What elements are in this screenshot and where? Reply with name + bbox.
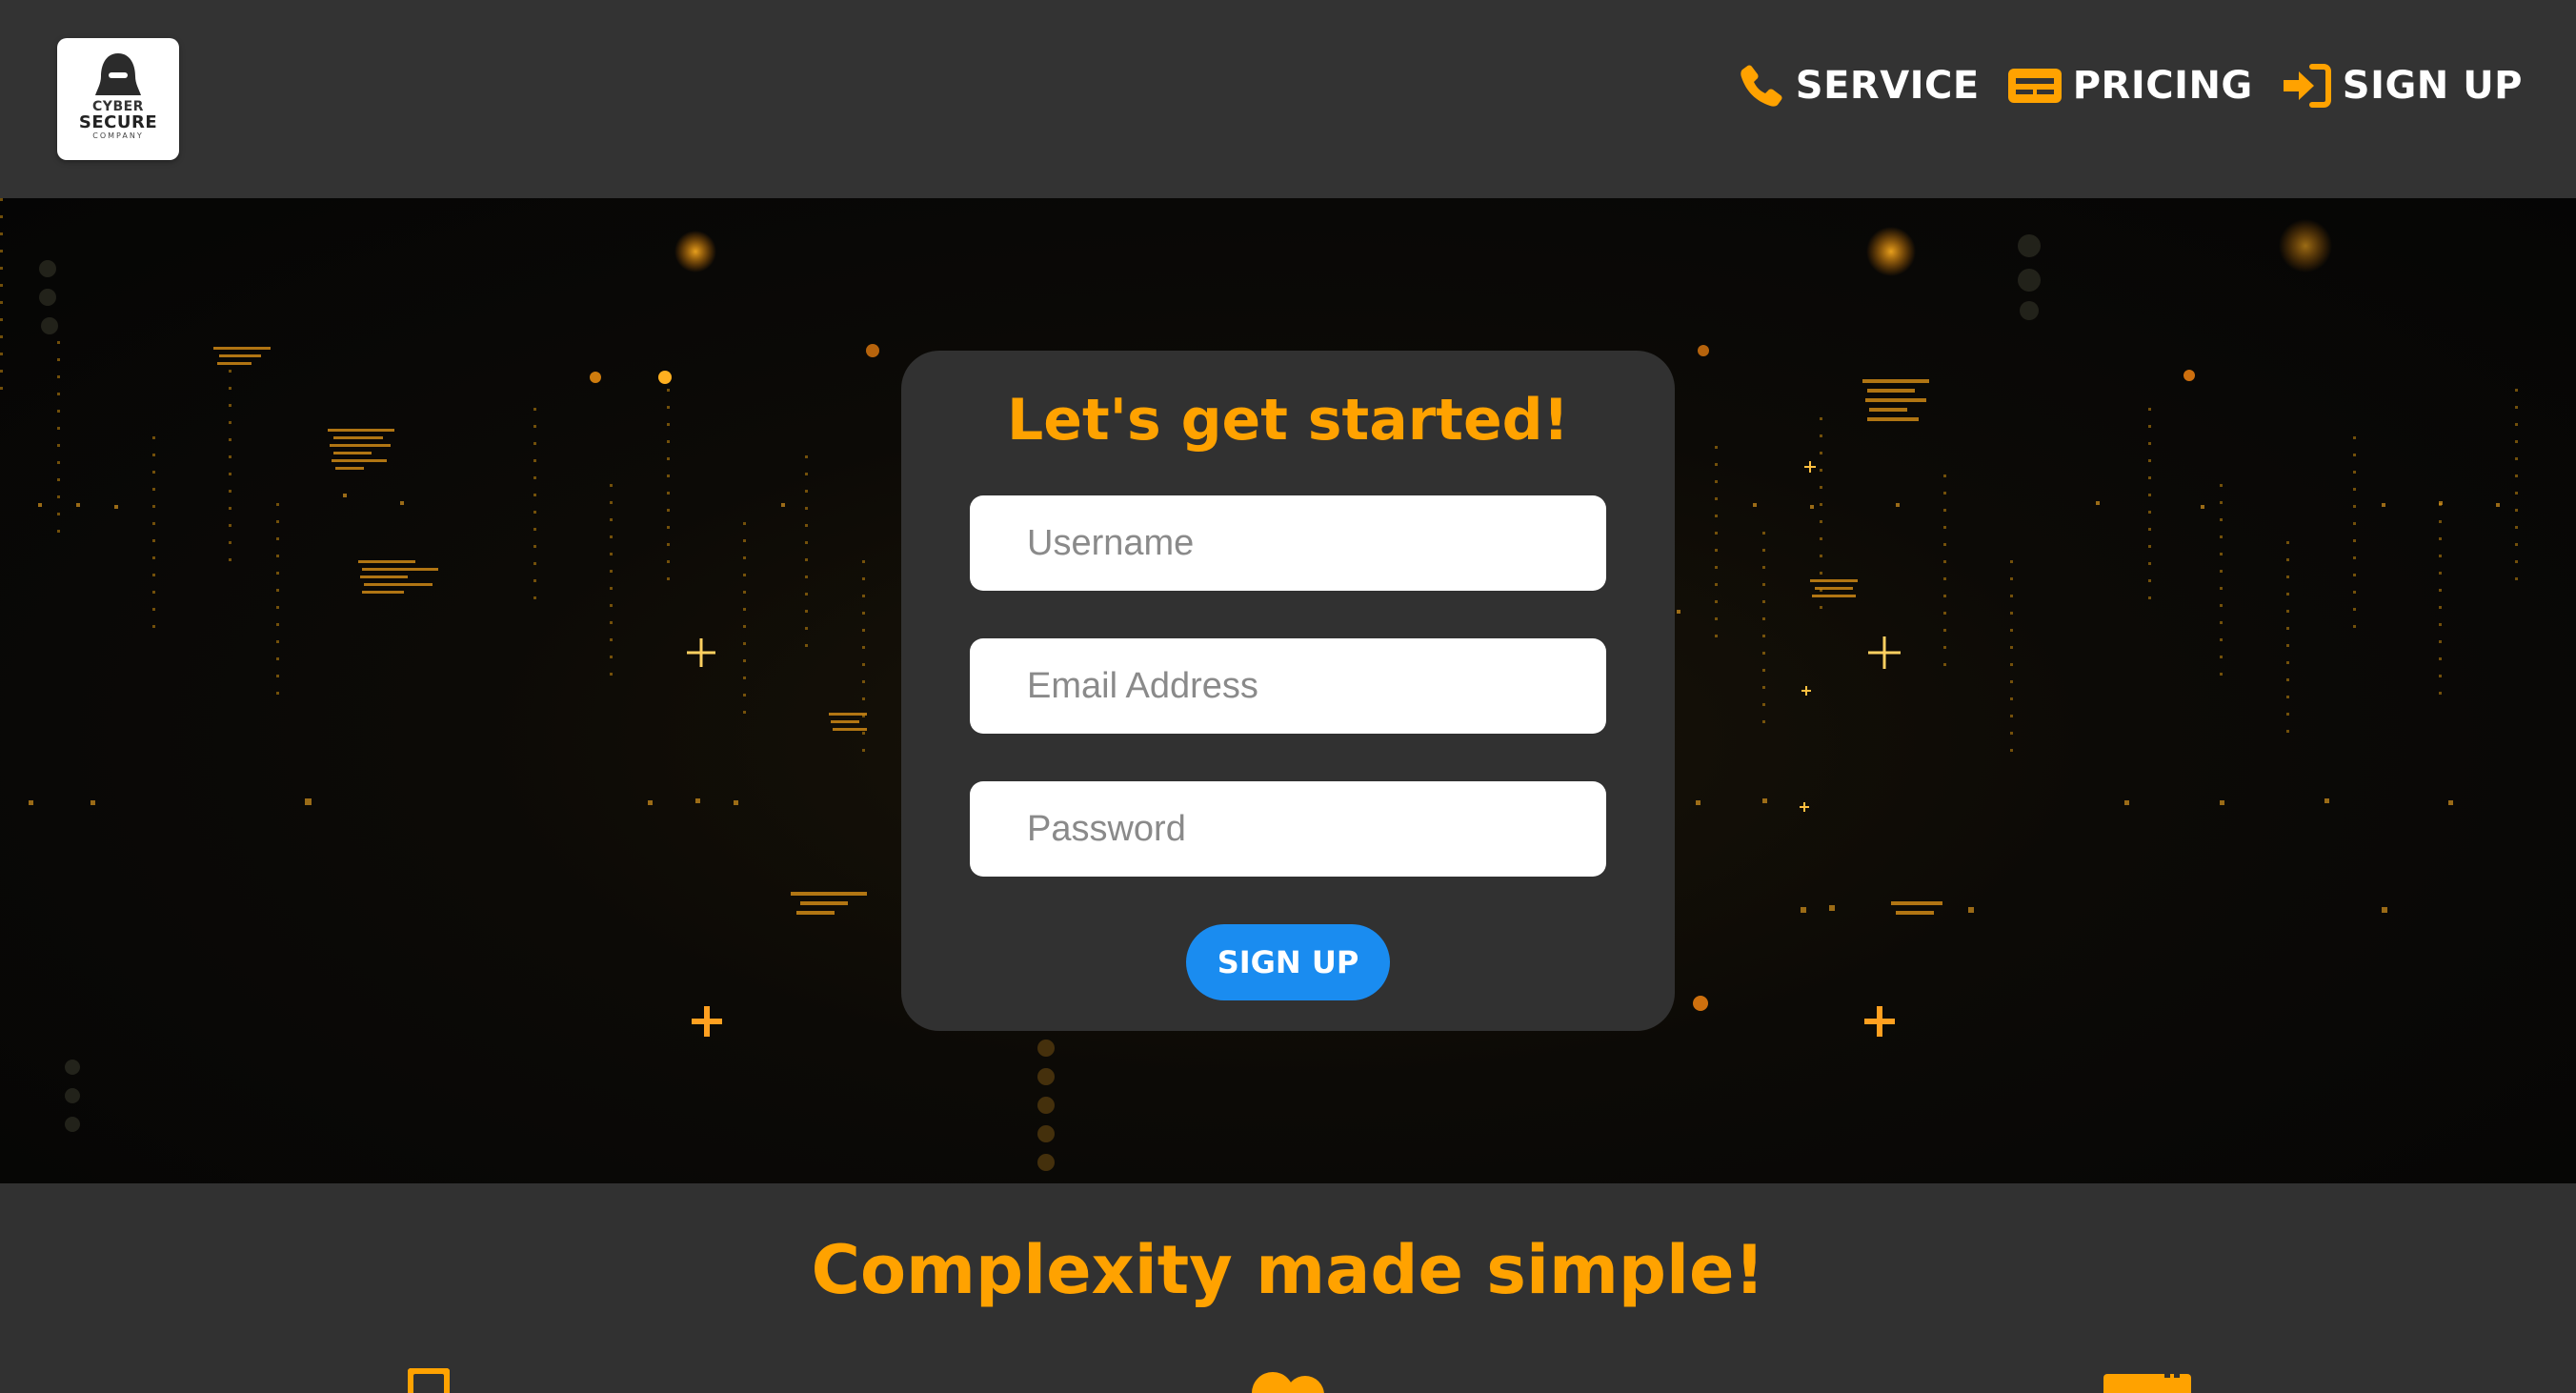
signup-title: Let's get started! — [1007, 387, 1569, 454]
logo-text-company: COMPANY — [92, 131, 144, 140]
nav-label-signup: SIGN UP — [2342, 64, 2523, 108]
username-input[interactable] — [970, 495, 1606, 591]
hero-section: Let's get started! SIGN UP — [0, 198, 2576, 1183]
users-icon — [1252, 1372, 1324, 1393]
main-nav: SERVICE PRICING SIGN UP — [1739, 63, 2523, 109]
sign-in-icon — [2283, 64, 2331, 108]
hacker-hood-icon — [95, 53, 141, 95]
signup-submit-button[interactable]: SIGN UP — [1186, 924, 1390, 1000]
features-title: Complexity made simple! — [811, 1231, 1765, 1309]
site-header: CYBER SECURE COMPANY SERVICE PRICING SIG… — [0, 0, 2576, 198]
nav-item-service[interactable]: SERVICE — [1739, 63, 1980, 109]
logo-text-secure: SECURE — [78, 112, 158, 132]
mobile-icon — [408, 1368, 450, 1393]
email-input[interactable] — [970, 638, 1606, 734]
nav-label-service: SERVICE — [1795, 64, 1980, 108]
nav-item-signup[interactable]: SIGN UP — [2282, 64, 2523, 108]
nav-item-pricing[interactable]: PRICING — [2007, 64, 2253, 108]
features-section: Complexity made simple! — [0, 1183, 2576, 1393]
signup-card: Let's get started! SIGN UP — [901, 351, 1675, 1031]
password-input[interactable] — [970, 781, 1606, 877]
company-logo[interactable]: CYBER SECURE COMPANY — [57, 38, 179, 160]
nav-label-pricing: PRICING — [2072, 64, 2253, 108]
credit-card-icon — [2007, 69, 2062, 103]
calendar-icon — [2103, 1368, 2191, 1393]
phone-icon — [1741, 65, 1782, 107]
